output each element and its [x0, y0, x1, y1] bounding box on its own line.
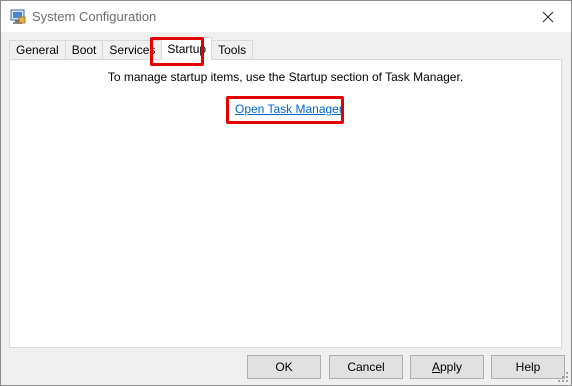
- startup-panel: To manage startup items, use the Startup…: [9, 59, 562, 348]
- tab-boot[interactable]: Boot: [64, 40, 104, 60]
- tab-general[interactable]: General: [9, 40, 66, 60]
- help-button[interactable]: Help: [491, 355, 565, 379]
- window-title: System Configuration: [32, 9, 157, 24]
- apply-button[interactable]: Apply: [410, 355, 484, 379]
- ok-button[interactable]: OK: [247, 355, 321, 379]
- open-task-manager-link[interactable]: Open Task Manager: [235, 102, 343, 116]
- resize-grip-icon[interactable]: [557, 371, 569, 383]
- startup-info-text: To manage startup items, use the Startup…: [107, 70, 464, 84]
- close-icon: [542, 11, 554, 22]
- tab-strip: General Boot Services Startup Tools: [9, 37, 254, 60]
- title-bar: System Configuration: [1, 1, 571, 32]
- msconfig-icon: [10, 9, 26, 25]
- cancel-button[interactable]: Cancel: [329, 355, 403, 379]
- system-configuration-window: System Configuration General Boot Servic…: [0, 0, 572, 386]
- tab-tools[interactable]: Tools: [211, 40, 254, 60]
- close-button[interactable]: [525, 1, 571, 32]
- tab-services[interactable]: Services: [102, 40, 163, 60]
- tab-startup[interactable]: Startup: [161, 37, 213, 60]
